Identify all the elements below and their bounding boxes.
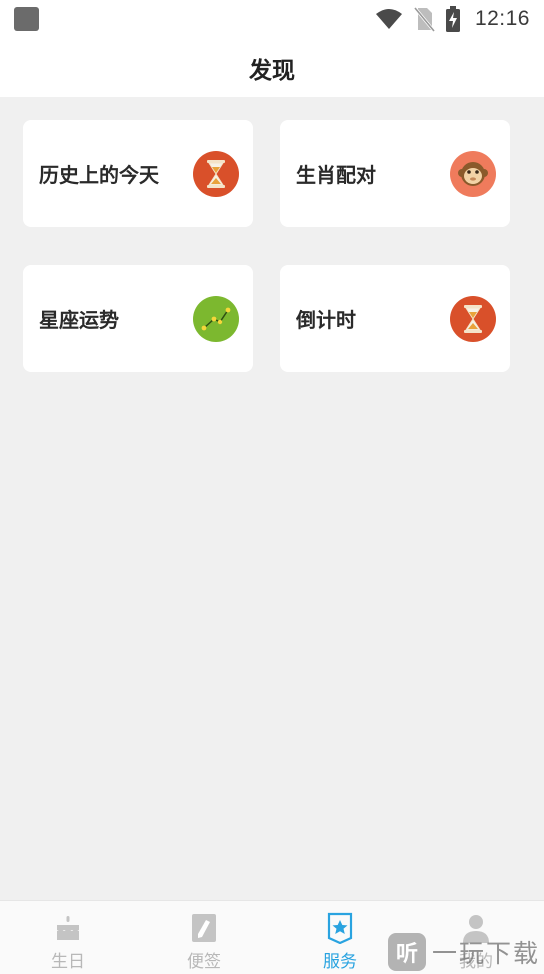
page-title: 发现 — [249, 57, 295, 84]
nav-item-notes[interactable]: 便签 — [136, 901, 272, 974]
service-card-label: 倒计时 — [296, 308, 356, 332]
status-bar: 12:16 — [0, 0, 544, 38]
nav-label: 生日 — [51, 952, 85, 972]
service-card-countdown[interactable]: 倒计时 — [280, 265, 510, 372]
watermark-logo: 听 — [387, 933, 426, 971]
nav-label: 便签 — [187, 952, 221, 972]
battery-charging-icon — [445, 6, 460, 32]
hourglass-icon — [450, 295, 496, 342]
title-bar: 发现 — [0, 38, 544, 97]
no-sim-icon — [413, 7, 435, 32]
app-notification-icon — [14, 7, 39, 31]
service-card-zodiac-match[interactable]: 生肖配对 — [280, 120, 510, 227]
monkey-icon — [450, 150, 496, 197]
service-card-horoscope[interactable]: 星座运势 — [23, 265, 253, 372]
star-badge-icon — [326, 911, 354, 945]
service-card-label: 历史上的今天 — [39, 163, 159, 187]
wifi-icon — [375, 9, 402, 29]
watermark-text: 一玩下载 — [431, 939, 540, 968]
cake-icon — [53, 911, 83, 945]
note-pen-icon — [190, 911, 218, 945]
service-card-label: 星座运势 — [39, 308, 119, 332]
service-card-label: 生肖配对 — [296, 163, 376, 187]
nav-label: 服务 — [323, 952, 357, 972]
watermark: 听 一玩下载 — [387, 932, 540, 972]
status-time: 12:16 — [474, 7, 530, 30]
constellation-icon — [193, 295, 239, 342]
status-icons: 12:16 — [375, 6, 530, 32]
service-card-history-today[interactable]: 历史上的今天 — [23, 120, 253, 227]
nav-item-birthday[interactable]: 生日 — [0, 901, 136, 974]
hourglass-icon — [193, 150, 239, 197]
